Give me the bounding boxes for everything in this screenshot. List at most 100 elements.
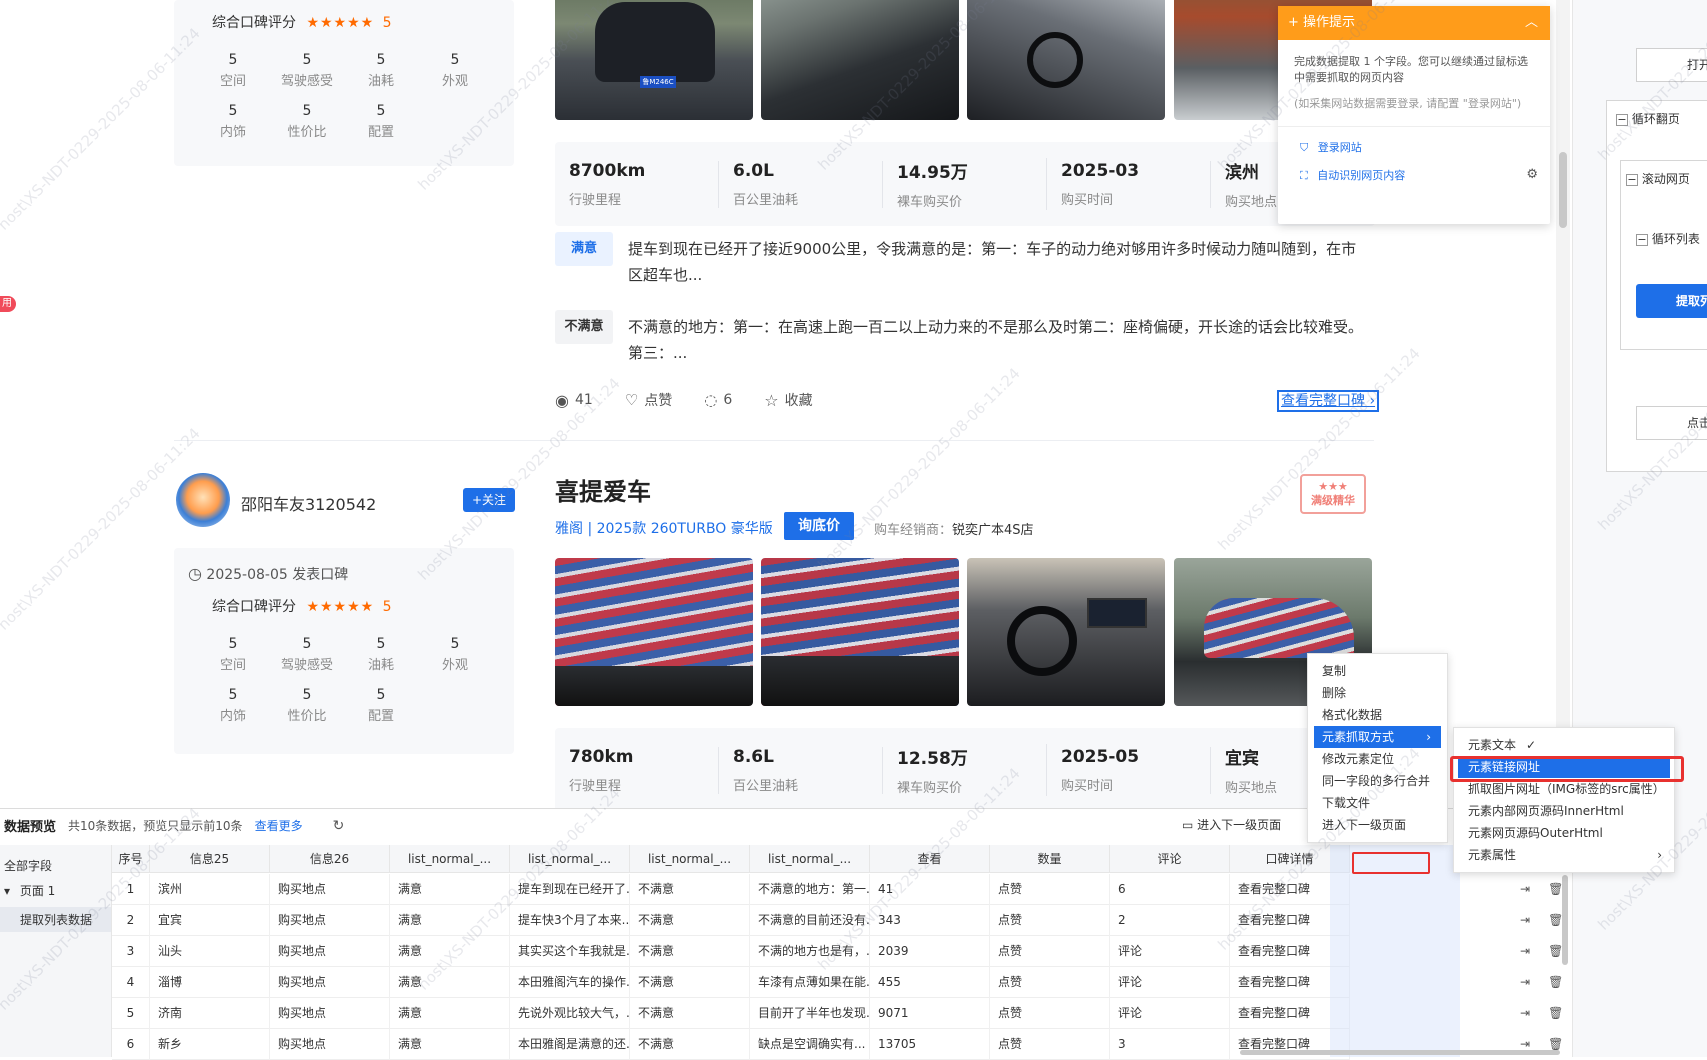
stat-value[interactable]: 12.58万	[897, 744, 1046, 769]
table-cell[interactable]: 点赞	[990, 936, 1110, 967]
context-menu-item[interactable]: 修改元素定位	[1308, 748, 1447, 770]
export-icon[interactable]: ⇥	[1520, 1037, 1530, 1051]
table-cell[interactable]: 评论	[1110, 967, 1230, 998]
submenu-item[interactable]: 抓取图片网址（IMG标签的src属性）	[1454, 778, 1674, 800]
stat-value[interactable]: 8700km	[569, 161, 718, 181]
table-cell[interactable]: 13705	[870, 1029, 990, 1060]
table-cell[interactable]: 9071	[870, 998, 990, 1029]
trash-icon[interactable]: 🗑	[1548, 1037, 1563, 1051]
tree-page-node[interactable]: ▾ 页面 1	[0, 874, 111, 899]
table-cell[interactable]: 不满的地方也是有，...	[750, 936, 870, 967]
table-cell[interactable]: 购买地点	[270, 998, 390, 1029]
table-cell[interactable]: 先说外观比较大气，...	[510, 998, 630, 1029]
collapse-icon[interactable]: −	[1636, 234, 1648, 246]
table-cell[interactable]: 不满意的目前还没有...	[750, 905, 870, 936]
context-menu-item[interactable]: 同一字段的多行合并	[1308, 770, 1447, 792]
gear-icon[interactable]: ⚙	[1526, 167, 1538, 182]
table-cell[interactable]: 满意	[390, 967, 510, 998]
table-cell[interactable]: 滨州	[150, 874, 270, 905]
column-header[interactable]: list_normal_...	[390, 845, 510, 873]
car-photo-cover-front2[interactable]	[761, 558, 959, 706]
column-header[interactable]: list_normal_...	[510, 845, 630, 873]
next-level-button[interactable]: ▭ 进入下一级页面	[1182, 816, 1281, 833]
table-cell[interactable]: 4	[112, 967, 150, 998]
table-cell[interactable]: 3	[1110, 1029, 1230, 1060]
table-cell[interactable]: 查看完整口碑	[1230, 1029, 1350, 1060]
table-cell[interactable]: 本田雅阁汽车的操作...	[510, 967, 630, 998]
tree-extract-node[interactable]: 提取列表数据	[0, 907, 111, 932]
stat-value[interactable]: 780km	[569, 747, 718, 767]
table-cell[interactable]: 不满意	[630, 998, 750, 1029]
table-cell[interactable]: 购买地点	[270, 1029, 390, 1060]
column-header[interactable]: 信息25	[150, 845, 270, 873]
table-row[interactable]: 1 滨州 购买地点 满意 提车到现在已经开了... 不满意 不满意的地方：第一... 41 点赞…	[112, 874, 1563, 905]
table-cell[interactable]: 购买地点	[270, 874, 390, 905]
table-cell[interactable]: 455	[870, 967, 990, 998]
table-cell[interactable]: 新乡	[150, 1029, 270, 1060]
table-cell[interactable]: 不满意	[630, 1029, 750, 1060]
caret-down-icon[interactable]: ▾	[4, 884, 10, 898]
table-cell[interactable]: 2039	[870, 936, 990, 967]
stat-value[interactable]: 2025-03	[1061, 161, 1210, 181]
table-cell[interactable]: 不满意	[630, 905, 750, 936]
table-cell[interactable]: 满意	[390, 874, 510, 905]
table-cell[interactable]: 41	[870, 874, 990, 905]
column-header[interactable]: 查看	[870, 845, 990, 873]
context-menu-item[interactable]: 下载文件	[1308, 792, 1447, 814]
table-cell[interactable]: 淄博	[150, 967, 270, 998]
full-review-link[interactable]: 查看完整口碑 ›	[1277, 390, 1380, 412]
left-edge-badge[interactable]: 用	[0, 296, 16, 312]
login-site-link[interactable]: ⛉ 登录网站	[1278, 127, 1550, 155]
inquiry-button[interactable]: 询底价	[784, 512, 854, 540]
tip-header[interactable]: + 操作提示 ︿	[1278, 6, 1550, 40]
context-menu-item[interactable]: 复制	[1308, 660, 1447, 682]
table-cell[interactable]: 查看完整口碑	[1230, 936, 1350, 967]
table-cell[interactable]: 提车到现在已经开了...	[510, 874, 630, 905]
export-icon[interactable]: ⇥	[1520, 913, 1530, 927]
table-cell[interactable]: 3	[112, 936, 150, 967]
collapse-icon[interactable]: −	[1616, 114, 1628, 126]
submenu-item[interactable]: 元素链接网址	[1458, 756, 1670, 778]
table-cell[interactable]: 点赞	[990, 998, 1110, 1029]
context-menu-item[interactable]: 删除	[1308, 682, 1447, 704]
table-cell[interactable]: 其实买这个车我就是...	[510, 936, 630, 967]
satisfied-review-text[interactable]: 提车到现在已经开了接近9000公里，令我满意的是：第一：车子的动力绝对够用许多时…	[628, 236, 1366, 288]
column-header[interactable]: list_normal_...	[630, 845, 750, 873]
table-row[interactable]: 4 淄博 购买地点 满意 本田雅阁汽车的操作... 不满意 车漆有点薄如果在能... 455 点…	[112, 967, 1563, 998]
column-header[interactable]: 信息26	[270, 845, 390, 873]
view-more-link[interactable]: 查看更多	[255, 817, 303, 834]
car-photo-side[interactable]	[761, 0, 959, 120]
table-cell[interactable]: 2	[112, 905, 150, 936]
table-cell[interactable]: 车漆有点薄如果在能...	[750, 967, 870, 998]
table-row[interactable]: 3 汕头 购买地点 满意 其实买这个车我就是... 不满意 不满的地方也是有，... 2039…	[112, 936, 1563, 967]
avatar[interactable]	[176, 473, 230, 527]
column-header[interactable]: 口碑详情	[1230, 845, 1350, 873]
column-header[interactable]: list_normal_...	[750, 845, 870, 873]
table-cell[interactable]: 5	[112, 998, 150, 1029]
page-scrollbar-track[interactable]	[1556, 0, 1570, 810]
model-link[interactable]: 雅阁 | 2025款 260TURBO 豪华版	[555, 518, 773, 538]
table-cell[interactable]: 点赞	[990, 874, 1110, 905]
table-cell[interactable]: 查看完整口碑	[1230, 998, 1350, 1029]
table-cell[interactable]: 查看完整口碑	[1230, 874, 1350, 905]
car-photo-front[interactable]: 鲁M246C	[555, 0, 753, 120]
stat-value[interactable]: 2025-05	[1061, 747, 1210, 767]
comments-count[interactable]: 6	[723, 392, 732, 408]
refresh-icon[interactable]: ↻	[333, 818, 345, 834]
scroll-page-step[interactable]: − 滚动网页	[1626, 170, 1690, 187]
loop-page-step[interactable]: − 循环翻页	[1616, 110, 1680, 127]
loop-list-step[interactable]: − 循环列表	[1636, 230, 1700, 247]
table-cell[interactable]: 不满意的地方：第一...	[750, 874, 870, 905]
table-cell[interactable]: 点赞	[990, 1029, 1110, 1060]
scroll-page-frame[interactable]	[1620, 160, 1707, 350]
export-icon[interactable]: ⇥	[1520, 944, 1530, 958]
table-row[interactable]: 2 宜宾 购买地点 满意 提车快3个月了本来... 不满意 不满意的目前还没有... 343 点…	[112, 905, 1563, 936]
table-cell[interactable]: 满意	[390, 1029, 510, 1060]
review-title[interactable]: 喜提爱车	[555, 472, 651, 507]
table-cell[interactable]: 点赞	[990, 967, 1110, 998]
table-cell[interactable]: 6	[1110, 874, 1230, 905]
trash-icon[interactable]: 🗑	[1548, 1006, 1563, 1020]
column-header[interactable]: 评论	[1110, 845, 1230, 873]
tree-all-fields[interactable]: 全部字段	[0, 845, 111, 874]
collect-button[interactable]: 收藏	[785, 390, 813, 410]
